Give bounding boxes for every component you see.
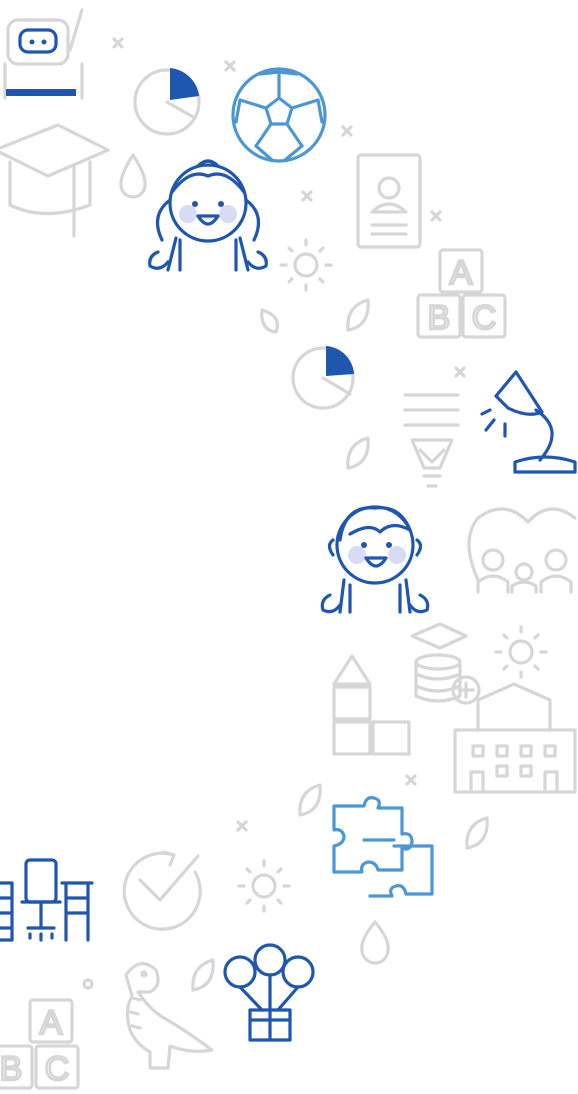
puzzle-icon [332, 796, 434, 898]
cross-mark-icon [112, 37, 124, 49]
balloons-gift-icon [223, 943, 315, 1042]
sun-icon [237, 859, 291, 913]
coin-stack-icon [410, 622, 481, 705]
id-card-icon [356, 153, 422, 249]
toy-blocks-icon [332, 654, 411, 756]
block-letter: C [472, 299, 497, 337]
checkmark-icon [122, 850, 202, 931]
girl-icon [148, 159, 268, 272]
cross-mark-icon [454, 366, 466, 378]
decorative-education-pattern: A B C A B C [0, 8, 577, 1090]
drop-icon [360, 920, 390, 965]
sun-icon [494, 625, 548, 679]
desk-icon [0, 858, 94, 942]
block-letter: B [0, 1050, 22, 1088]
dot-icon [82, 978, 94, 990]
abc-blocks-icon: A B C [416, 248, 507, 339]
light-bulb-icon [403, 393, 460, 488]
desk-lamp-icon [480, 370, 577, 474]
cross-mark-icon [341, 125, 353, 137]
boy-icon [320, 505, 430, 614]
drop-icon [119, 153, 147, 199]
graduation-cap-icon [0, 123, 110, 238]
block-letter: A [40, 1004, 63, 1042]
abc-blocks-icon: A B C [0, 998, 80, 1090]
dinosaur-icon [124, 962, 214, 1070]
sun-icon [279, 238, 333, 292]
cross-mark-icon [224, 60, 236, 72]
family-icon [467, 507, 577, 594]
block-letter: C [45, 1050, 70, 1088]
block-letter: A [450, 254, 473, 292]
pie-chart-icon [133, 68, 201, 136]
block-letter: B [428, 299, 451, 337]
pie-chart-icon [291, 346, 355, 410]
robot-icon [3, 8, 84, 100]
soccer-ball-icon [231, 67, 327, 163]
cross-mark-icon [236, 774, 417, 832]
